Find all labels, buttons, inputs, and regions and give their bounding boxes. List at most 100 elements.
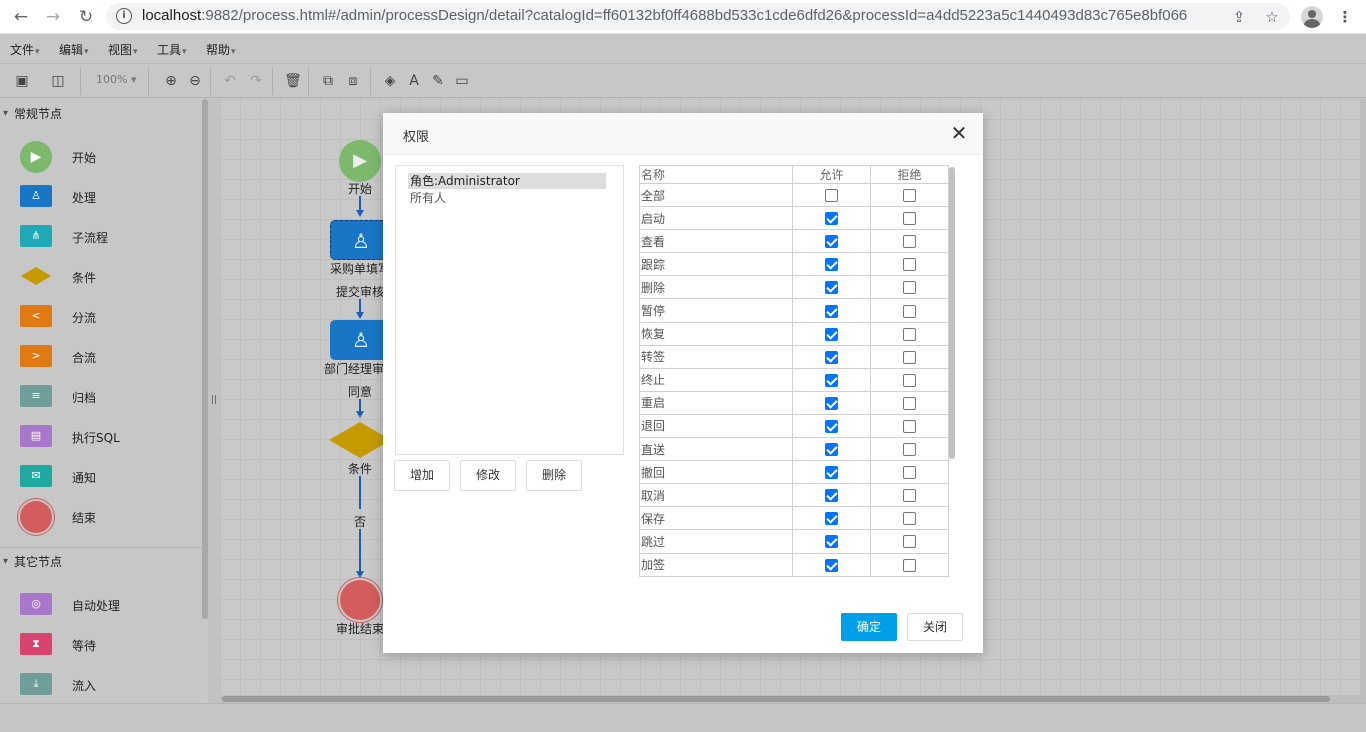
menu-view[interactable]: 视图 bbox=[108, 41, 138, 58]
to-back-icon[interactable]: ⧈ bbox=[343, 71, 363, 91]
layout-icon[interactable]: ◫ bbox=[48, 71, 68, 91]
edit-role-button[interactable]: 修改 bbox=[460, 460, 516, 491]
menu-help[interactable]: 帮助 bbox=[206, 41, 236, 58]
profile-avatar[interactable] bbox=[1301, 6, 1323, 28]
flow-start-label: 开始 bbox=[348, 182, 373, 196]
permission-table-container[interactable]: 名称 允许 拒绝 全部 启动 查看 跟踪 删除 暂停 恢复 转签 终止 重启 退回 直送 撤回 取消 保存跳… bbox=[639, 165, 955, 583]
deny-checkbox[interactable] bbox=[903, 189, 916, 203]
line-color-icon[interactable]: ✎ bbox=[428, 71, 448, 91]
site-info-icon[interactable]: i bbox=[116, 8, 132, 24]
deny-checkbox[interactable] bbox=[903, 535, 916, 549]
shadow-icon[interactable]: ▭ bbox=[452, 71, 472, 91]
palette-node-notify[interactable]: ✉ 通知 bbox=[20, 459, 200, 495]
deny-checkbox[interactable] bbox=[903, 489, 916, 503]
canvas-horizontal-scrollbar[interactable] bbox=[220, 695, 1366, 703]
close-button[interactable]: 关闭 bbox=[907, 613, 963, 641]
allow-checkbox[interactable] bbox=[825, 258, 838, 272]
deny-checkbox[interactable] bbox=[903, 558, 916, 572]
address-bar[interactable]: i localhost:9882/process.html#/admin/pro… bbox=[106, 3, 1290, 30]
permission-table-scrollbar[interactable] bbox=[949, 167, 955, 459]
section-other-nodes[interactable]: 其它节点 bbox=[0, 549, 204, 575]
flow-condition-diamond[interactable] bbox=[329, 422, 391, 458]
redo-icon[interactable]: ↷ bbox=[246, 71, 266, 91]
deny-checkbox[interactable] bbox=[903, 281, 916, 295]
deny-checkbox[interactable] bbox=[903, 258, 916, 272]
palette-node-subprocess[interactable]: ⋔ 子流程 bbox=[20, 219, 200, 255]
allow-checkbox[interactable] bbox=[825, 443, 838, 457]
deny-checkbox[interactable] bbox=[903, 443, 916, 457]
palette-node-condition[interactable]: 条件 bbox=[20, 259, 200, 295]
deny-checkbox[interactable] bbox=[903, 373, 916, 387]
canvas-vertical-scrollbar[interactable] bbox=[1360, 99, 1366, 695]
palette-node-start[interactable]: ▶ 开始 bbox=[20, 139, 200, 175]
back-icon[interactable]: ← bbox=[10, 6, 32, 28]
close-icon[interactable]: ✕ bbox=[949, 123, 969, 143]
palette-node-split[interactable]: < 分流 bbox=[20, 299, 200, 335]
fill-color-icon[interactable]: ◈ bbox=[380, 71, 400, 91]
delete-icon[interactable]: 🗑 bbox=[283, 71, 303, 91]
role-item-everyone[interactable]: 所有人 bbox=[408, 190, 606, 206]
palette-node-join[interactable]: > 合流 bbox=[20, 339, 200, 375]
flow-start-node[interactable]: ▶ bbox=[339, 140, 381, 182]
allow-checkbox[interactable] bbox=[825, 212, 838, 226]
delete-role-button[interactable]: 删除 bbox=[526, 460, 582, 491]
deny-checkbox[interactable] bbox=[903, 396, 916, 410]
zoom-select[interactable]: 100% ▾ bbox=[96, 73, 136, 86]
allow-checkbox[interactable] bbox=[825, 489, 838, 503]
allow-checkbox[interactable] bbox=[825, 373, 838, 387]
deny-checkbox[interactable] bbox=[903, 512, 916, 526]
deny-checkbox[interactable] bbox=[903, 235, 916, 249]
forward-icon[interactable]: → bbox=[42, 6, 64, 28]
permission-allow-cell bbox=[792, 321, 871, 346]
allow-checkbox[interactable] bbox=[825, 535, 838, 549]
allow-checkbox[interactable] bbox=[825, 304, 838, 318]
allow-checkbox[interactable] bbox=[825, 189, 838, 203]
panel-splitter[interactable]: || bbox=[208, 99, 220, 703]
palette-node-sql[interactable]: ▤ 执行SQL bbox=[20, 419, 200, 455]
palette-node-archive[interactable]: ≡ 归档 bbox=[20, 379, 200, 415]
permission-allow-cell bbox=[792, 182, 871, 208]
zoom-out-icon[interactable]: ⊖ bbox=[185, 71, 205, 91]
browser-menu-icon[interactable]: ⋮ bbox=[1335, 7, 1355, 27]
menu-edit[interactable]: 编辑 bbox=[59, 41, 89, 58]
flow-end-node[interactable] bbox=[340, 580, 380, 620]
menu-file[interactable]: 文件 bbox=[10, 41, 40, 58]
add-role-button[interactable]: 增加 bbox=[394, 460, 450, 491]
deny-checkbox[interactable] bbox=[903, 419, 916, 433]
to-front-icon[interactable]: ⧉ bbox=[318, 71, 338, 91]
bookmark-star-icon[interactable]: ☆ bbox=[1262, 7, 1282, 27]
save-icon[interactable]: ▣ bbox=[12, 71, 32, 91]
allow-checkbox[interactable] bbox=[825, 350, 838, 364]
allow-checkbox[interactable] bbox=[825, 396, 838, 410]
role-item-administrator[interactable]: 角色:Administrator bbox=[408, 173, 606, 189]
flow-connector bbox=[359, 299, 361, 313]
join-icon: > bbox=[20, 345, 52, 367]
palette-node-end[interactable]: 结束 bbox=[20, 499, 200, 535]
palette-node-process[interactable]: ♙ 处理 bbox=[20, 179, 200, 215]
deny-checkbox[interactable] bbox=[903, 212, 916, 226]
allow-checkbox[interactable] bbox=[825, 466, 838, 480]
deny-checkbox[interactable] bbox=[903, 350, 916, 364]
flow-condition-label: 条件 bbox=[348, 462, 373, 476]
zoom-in-icon[interactable]: ⊕ bbox=[161, 71, 181, 91]
deny-checkbox[interactable] bbox=[903, 304, 916, 318]
confirm-button[interactable]: 确定 bbox=[841, 613, 897, 641]
undo-icon[interactable]: ↶ bbox=[220, 71, 240, 91]
table-row: 恢复 bbox=[639, 321, 949, 346]
allow-checkbox[interactable] bbox=[825, 419, 838, 433]
palette-node-inflow[interactable]: ⤓ 流入 bbox=[20, 667, 200, 703]
allow-checkbox[interactable] bbox=[825, 327, 838, 341]
allow-checkbox[interactable] bbox=[825, 558, 838, 572]
palette-node-auto[interactable]: ◎ 自动处理 bbox=[20, 587, 200, 623]
reload-icon[interactable]: ↻ bbox=[75, 6, 97, 28]
allow-checkbox[interactable] bbox=[825, 235, 838, 249]
menu-tools[interactable]: 工具 bbox=[157, 41, 187, 58]
share-icon[interactable]: ⇪ bbox=[1229, 7, 1249, 27]
deny-checkbox[interactable] bbox=[903, 327, 916, 341]
deny-checkbox[interactable] bbox=[903, 466, 916, 480]
font-color-icon[interactable]: A bbox=[404, 71, 424, 91]
allow-checkbox[interactable] bbox=[825, 512, 838, 526]
section-common-nodes[interactable]: 常规节点 bbox=[0, 101, 204, 127]
palette-node-wait[interactable]: ⧗ 等待 bbox=[20, 627, 200, 663]
allow-checkbox[interactable] bbox=[825, 281, 838, 295]
